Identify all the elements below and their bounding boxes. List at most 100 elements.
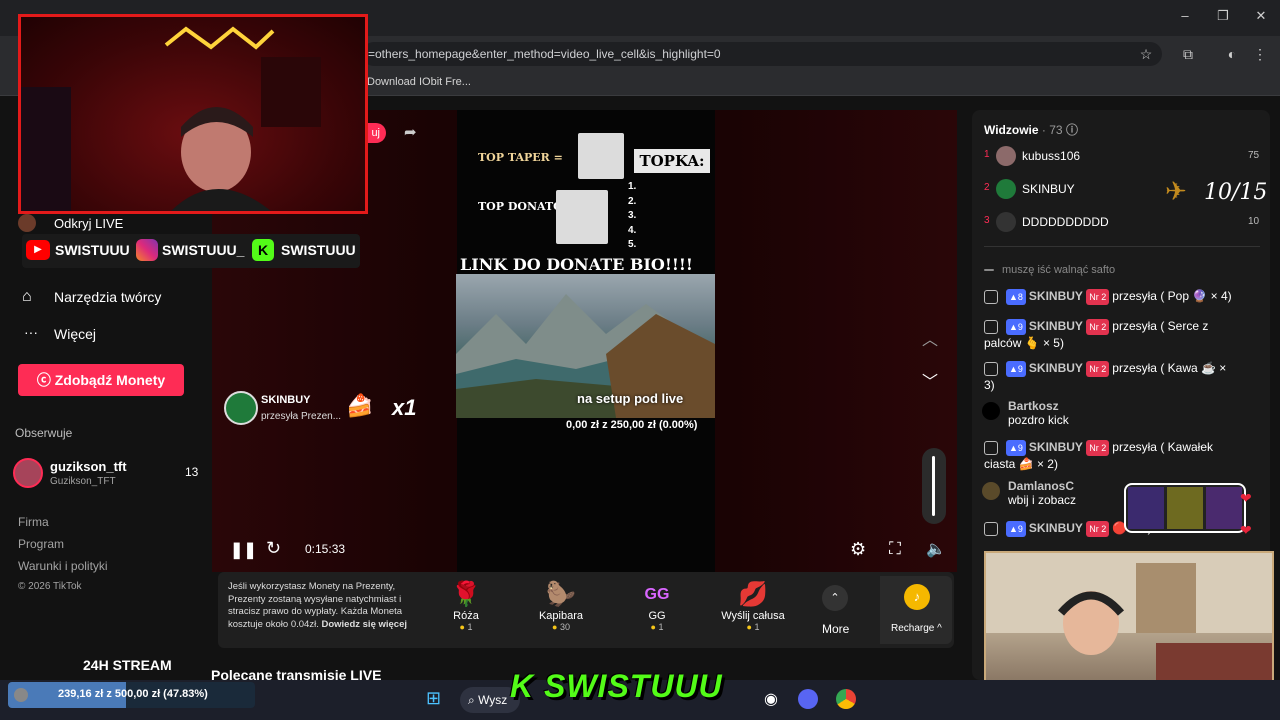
viewer-rank: 2 — [984, 182, 990, 193]
heart-icon: ❤ — [1240, 522, 1252, 538]
gift-name: Róża — [453, 610, 479, 622]
extensions-icon[interactable]: ⧉ — [1178, 44, 1198, 64]
avatar — [996, 146, 1016, 166]
footer-link-firma[interactable]: Firma — [18, 515, 49, 529]
gift-name: Kapibara — [538, 610, 584, 622]
bookmark-link[interactable]: Download IObit Fre... — [367, 76, 471, 88]
share-icon[interactable]: ➦ — [404, 123, 417, 141]
chat-message: ▲9 SKINBUY Nr 2 przesyła ( Serce z palców … — [984, 319, 1209, 350]
viewer-score: 10 — [1248, 216, 1260, 227]
gift-multiplier: x1 — [392, 395, 417, 420]
footer-link-program[interactable]: Program — [18, 537, 64, 551]
donation-progress-text: 239,16 zł z 500,00 zł (47.83%) — [58, 688, 208, 700]
chevron-down-icon[interactable]: ﹀ — [922, 368, 938, 392]
viewer-score: 75 — [1248, 150, 1260, 161]
discord-icon[interactable] — [798, 689, 818, 709]
following-name[interactable]: guzikson_tft — [50, 459, 127, 474]
link-donate-text: LINK DO DONATE BIO!!!! — [460, 255, 693, 274]
viewer-name[interactable]: kubuss106 — [1022, 149, 1080, 163]
chat-message: ▲9 SKINBUY Nr 2 przesyła ( Kawa ☕ × 3) — [984, 361, 1227, 392]
copyright: © 2026 TikTok — [18, 581, 82, 592]
chat-message: DamlanosC wbij i zobacz — [1008, 479, 1077, 507]
following-count: 13 — [185, 465, 199, 479]
refresh-icon[interactable]: ↻ — [266, 538, 281, 559]
footer-link-terms[interactable]: Warunki i polityki — [18, 559, 108, 573]
maximize-button[interactable]: ❐ — [1208, 8, 1238, 28]
gift-gg[interactable]: GG GG ● 1 — [622, 580, 692, 632]
chrome-icon[interactable] — [836, 689, 856, 709]
karambit-icon — [556, 190, 608, 244]
gift-price: ● 1 — [459, 622, 473, 632]
youtube-icon: ▶ — [26, 240, 50, 260]
bookmark-star-icon[interactable]: ☆ — [1136, 44, 1156, 64]
following-handle: Guzikson_TFT — [50, 476, 116, 487]
rose-icon: 🌹 — [451, 581, 481, 608]
rank-1: 1. — [628, 181, 637, 192]
ranks-list: 1. 2. 3. 4. 5. — [628, 180, 636, 253]
get-coins-button[interactable]: ⓒ Zdobądź Monety — [18, 364, 184, 396]
donation-goal-text: 0,00 zł z 250,00 zł (0.00%) — [566, 419, 698, 431]
get-coins-label: Zdobądź Monety — [54, 372, 166, 388]
heart-icon: ❤ — [1240, 490, 1252, 506]
minimize-button[interactable]: – — [1170, 8, 1200, 28]
setup-caption: na setup pod live — [577, 391, 684, 406]
viewer-name[interactable]: SKINBUY — [1022, 182, 1075, 196]
viewer-rank: 3 — [984, 215, 990, 226]
more-link[interactable]: Więcej — [54, 326, 96, 342]
volume-icon[interactable]: 🔈 — [926, 539, 946, 559]
rank-2: 2. — [628, 195, 637, 207]
gift-info-text: Jeśli wykorzystasz Monety na Prezenty, P… — [228, 581, 408, 631]
obs-icon[interactable]: ◉ — [764, 689, 778, 709]
gift-capybara[interactable]: 🦫 Kapibara ● 30 — [526, 580, 596, 632]
settings-gear-icon[interactable]: ⚙ — [850, 539, 866, 560]
divider — [984, 246, 1260, 247]
viewer-name[interactable]: DDDDDDDDDD — [1022, 215, 1109, 229]
gift-name: GG — [648, 610, 666, 622]
gift-icon — [984, 361, 998, 376]
recharge-button[interactable]: Recharge ^ — [891, 623, 942, 634]
browser-menu-icon[interactable]: ⋮ — [1250, 44, 1270, 64]
kick-handle: SWISTUUU — [281, 242, 356, 258]
more-gifts-chevron-icon[interactable]: ⌃ — [822, 585, 848, 611]
discover-live-link[interactable]: Odkryj LIVE — [54, 216, 123, 231]
stream-time: 0:15:33 — [305, 542, 346, 556]
topka-label: TOPKA: — [634, 149, 710, 173]
volume-slider[interactable] — [922, 448, 946, 524]
avatar — [982, 482, 1000, 500]
instagram-handle: SWISTUUU_ — [162, 242, 245, 258]
avatar[interactable] — [13, 458, 43, 488]
more-gifts-button[interactable]: More — [822, 622, 849, 636]
instagram-icon — [136, 239, 158, 261]
close-window-button[interactable]: ✕ — [1246, 8, 1276, 28]
learn-more-link[interactable]: Dowiedz się więcej — [321, 619, 407, 630]
avatar — [996, 212, 1016, 232]
gift-rose[interactable]: 🌹 Róża ● 1 — [431, 580, 501, 632]
youtube-handle: SWISTUUU — [55, 242, 130, 258]
viewer-rank: 1 — [984, 149, 990, 160]
gift-price: ● 1 — [650, 622, 664, 632]
windows-start-icon[interactable]: ⊞ — [426, 688, 441, 709]
avatar — [982, 402, 1000, 420]
kick-letter: K — [510, 668, 544, 704]
coin-icon: ⓒ — [36, 372, 55, 388]
chat-message: ▲9 SKINBUY Nr 2 przesyła ( Kawałek ciasta … — [984, 440, 1214, 471]
following-heading: Obserwuje — [15, 426, 73, 440]
lips-icon: 💋 — [738, 581, 768, 608]
address-bar[interactable]: =others_homepage&enter_method=video_live… — [362, 42, 1162, 66]
info-icon: ⓘ — [1065, 123, 1078, 137]
chevron-up-icon[interactable]: ︿ — [922, 326, 938, 350]
gift-icon — [984, 289, 998, 304]
search-icon: ⌕ — [468, 693, 479, 707]
more-dots-icon: ··· — [24, 324, 38, 340]
creator-tools-link[interactable]: Narzędzia twórcy — [54, 289, 161, 305]
pause-icon[interactable]: ❚❚ — [230, 540, 257, 560]
fullscreen-icon[interactable]: ⛶ — [889, 539, 901, 559]
capybara-icon: 🦫 — [546, 581, 576, 608]
profile-icon[interactable]: ◐ — [1222, 44, 1242, 64]
rank-3: 3. — [628, 210, 637, 221]
knife-icon — [578, 133, 624, 179]
airplane-icon: ✈ — [1165, 176, 1187, 206]
kick-icon: K — [252, 239, 274, 261]
gift-kiss[interactable]: 💋 Wyślij całusa ● 1 — [718, 580, 788, 632]
gift-notice-user: SKINBUY — [261, 394, 311, 406]
